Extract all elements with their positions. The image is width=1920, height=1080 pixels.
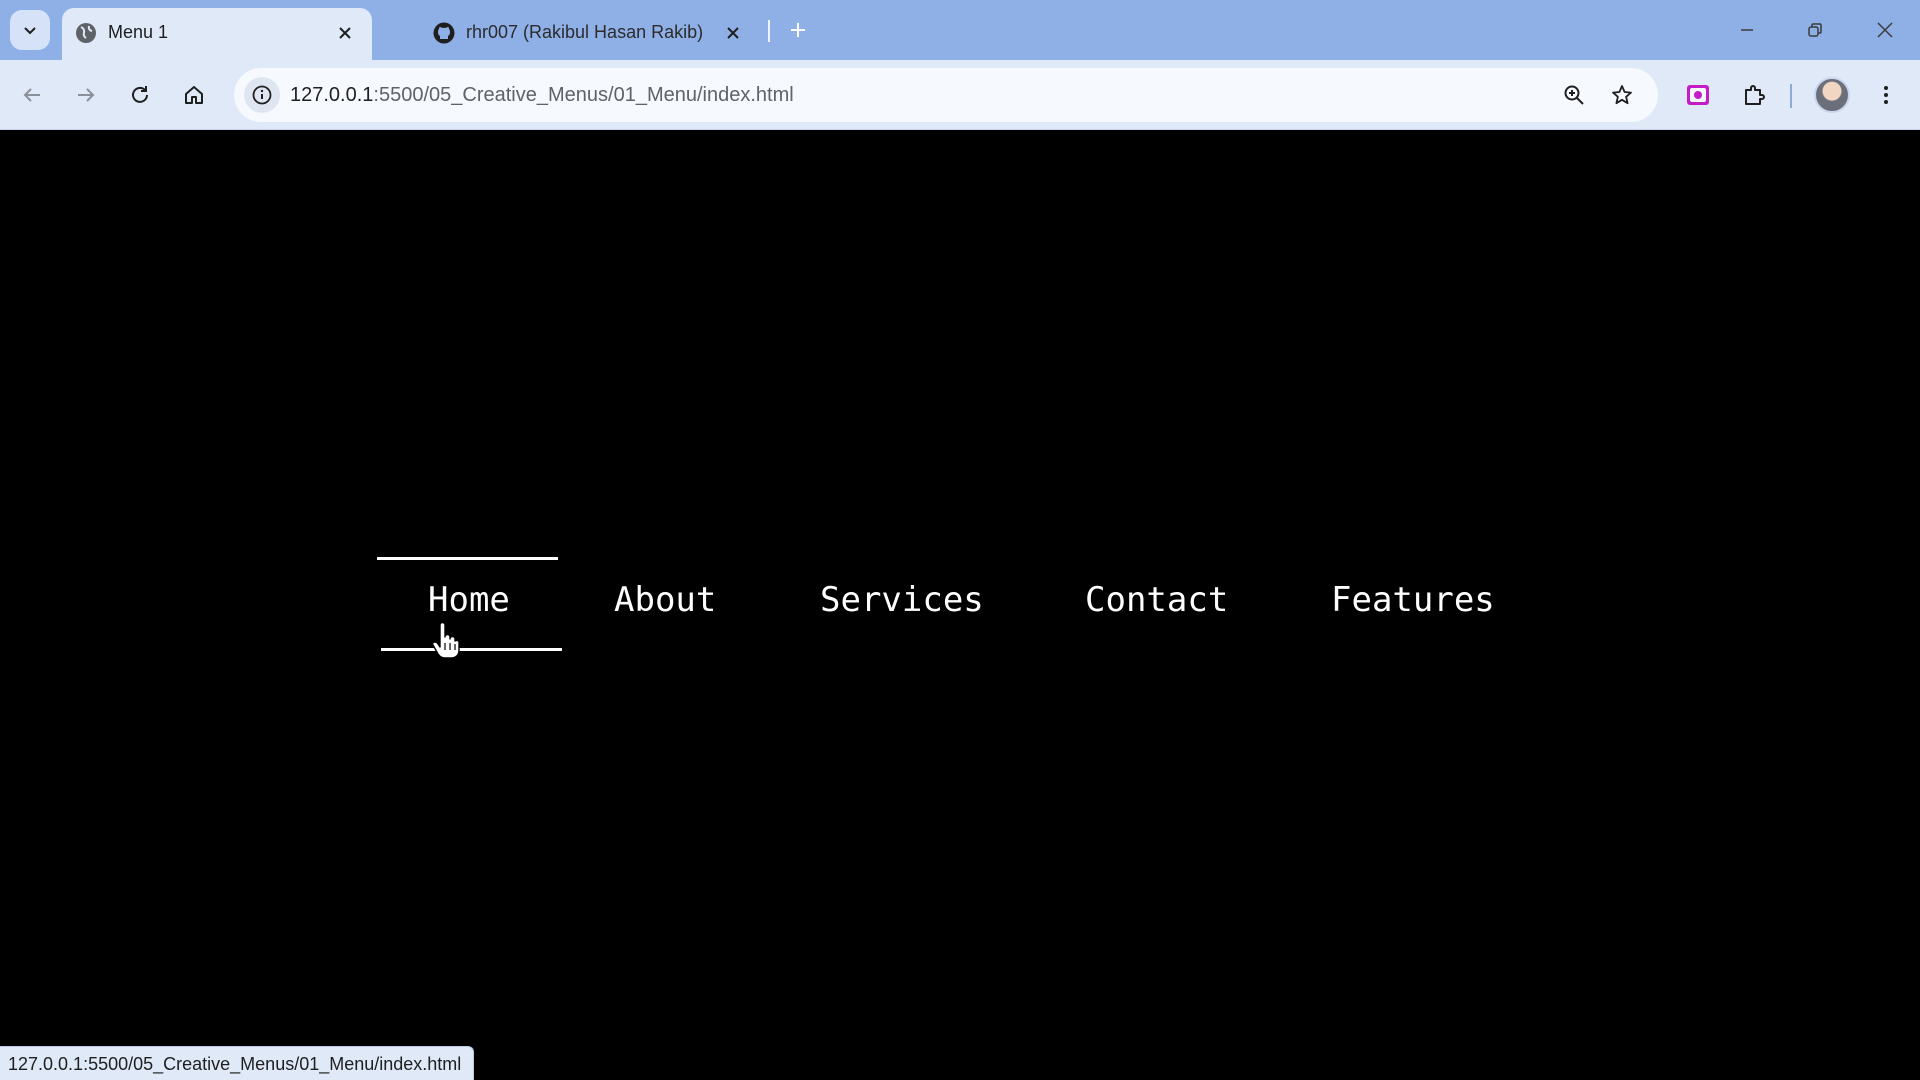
- reload-button[interactable]: [120, 75, 160, 115]
- tab-github[interactable]: rhr007 (Rakibul Hasan Rakib): [420, 8, 760, 60]
- plus-icon: [791, 23, 805, 37]
- site-info-button[interactable]: [244, 77, 280, 113]
- arrow-right-icon: [78, 88, 95, 102]
- zoom-in-icon: [1564, 85, 1584, 105]
- minimize-icon: [1741, 29, 1753, 31]
- toolbar-separator: [1790, 84, 1792, 108]
- screen-recorder-icon: [1687, 85, 1709, 105]
- menu-item-features[interactable]: Features: [1331, 580, 1495, 620]
- github-icon: [433, 22, 455, 44]
- bookmark-button[interactable]: [1604, 77, 1640, 113]
- menu-item-contact[interactable]: Contact: [1085, 580, 1228, 620]
- forward-button[interactable]: [66, 75, 106, 115]
- close-icon[interactable]: [720, 20, 746, 46]
- menu-item-home[interactable]: Home: [428, 580, 510, 620]
- browser-menu-button[interactable]: [1866, 75, 1906, 115]
- profile-avatar[interactable]: [1814, 77, 1850, 113]
- hover-line-bottom: [381, 648, 562, 651]
- hover-line-top: [377, 557, 558, 560]
- creative-menu: Home About Services Contact Features: [0, 580, 1920, 630]
- tab-separator: [768, 20, 770, 42]
- zoom-button[interactable]: [1556, 77, 1592, 113]
- puzzle-icon: [1745, 85, 1765, 105]
- close-icon[interactable]: [332, 20, 358, 46]
- tab-strip: Menu 1 rhr007 (Rakibul Hasan Rakib): [0, 0, 1920, 60]
- back-button[interactable]: [12, 75, 52, 115]
- star-icon: [1612, 85, 1632, 105]
- home-icon: [185, 86, 203, 104]
- tab-search-button[interactable]: [10, 10, 50, 50]
- url-host: 127.0.0.1: [290, 84, 374, 106]
- tab-title: Menu 1: [108, 22, 169, 42]
- restore-icon: [1808, 23, 1822, 37]
- chevron-down-icon: [24, 27, 36, 35]
- screen-recorder-extension-button[interactable]: [1678, 75, 1718, 115]
- hand-pointer-cursor-icon: [432, 623, 460, 659]
- close-icon: [1877, 22, 1893, 38]
- tab-menu-1[interactable]: Menu 1: [62, 8, 372, 60]
- more-vertical-icon: [1884, 86, 1888, 104]
- home-button[interactable]: [174, 75, 214, 115]
- restore-button[interactable]: [1792, 10, 1838, 50]
- url-path: :5500/05_Creative_Menus/01_Menu/index.ht…: [373, 84, 794, 106]
- status-url-bubble: 127.0.0.1:5500/05_Creative_Menus/01_Menu…: [0, 1046, 475, 1080]
- menu-item-services[interactable]: Services: [820, 580, 984, 620]
- globe-icon: [76, 23, 96, 43]
- address-bar[interactable]: 127.0.0.1:5500/05_Creative_Menus/01_Menu…: [234, 68, 1658, 122]
- minimize-button[interactable]: [1724, 10, 1770, 50]
- browser-toolbar: 127.0.0.1:5500/05_Creative_Menus/01_Menu…: [0, 60, 1920, 130]
- new-tab-button[interactable]: [782, 14, 814, 46]
- tab-title: rhr007 (Rakibul Hasan Rakib): [466, 22, 704, 42]
- extensions-button[interactable]: [1734, 75, 1774, 115]
- menu-item-about[interactable]: About: [614, 580, 716, 620]
- reload-icon: [132, 86, 148, 103]
- info-icon: [252, 85, 272, 105]
- url-text[interactable]: 127.0.0.1:5500/05_Creative_Menus/01_Menu…: [290, 84, 794, 107]
- arrow-left-icon: [23, 88, 40, 102]
- window-close-button[interactable]: [1862, 10, 1908, 50]
